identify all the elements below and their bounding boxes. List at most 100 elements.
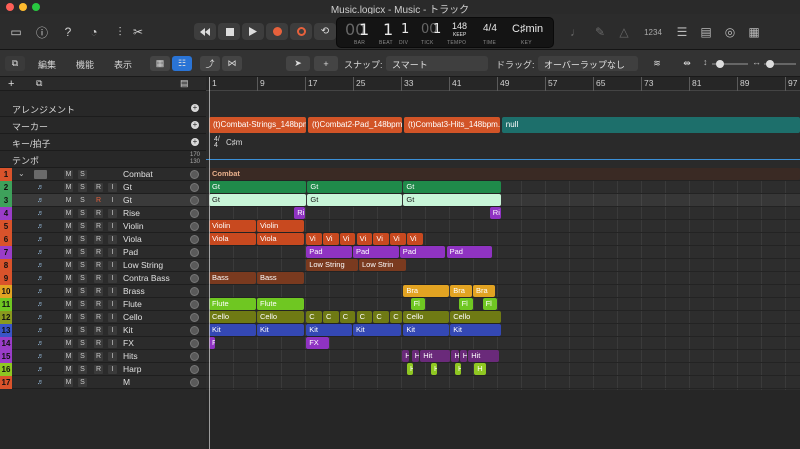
mute-button[interactable]: M (64, 378, 73, 387)
solo-button[interactable]: S (78, 352, 87, 361)
play-button[interactable] (242, 23, 264, 40)
metronome-icon[interactable]: △ (614, 22, 634, 42)
solo-button[interactable]: S (78, 287, 87, 296)
menu-functions[interactable]: 機能 (76, 58, 94, 71)
region-cello[interactable]: Cello (450, 311, 501, 323)
region-pad[interactable]: Pad (353, 246, 399, 258)
volume-knob[interactable] (190, 313, 199, 322)
region-bass[interactable]: Bass (209, 272, 256, 284)
solo-button[interactable]: S (78, 248, 87, 257)
tracks-area[interactable]: Combat Gt Gt Gt Gt Gt Gt Ri Ri Violin Violin Viola V… (206, 168, 800, 390)
automation-icon[interactable]: ⤴ (200, 56, 220, 71)
track-lane[interactable] (206, 376, 800, 389)
track-lane[interactable] (206, 259, 800, 272)
region-cello-short[interactable]: C (356, 311, 373, 323)
menu-edit[interactable]: 編集 (38, 58, 56, 71)
region-cello-short[interactable]: C (306, 311, 322, 323)
record-button[interactable]: R (94, 248, 103, 257)
input-button[interactable]: I (108, 300, 117, 309)
add-track-button[interactable]: + (8, 79, 28, 90)
track-header[interactable]: 3 ♬ M S R I Gt (0, 194, 206, 207)
volume-knob[interactable] (190, 326, 199, 335)
empty-tracks-area[interactable] (206, 390, 800, 449)
vertical-zoom-slider[interactable] (712, 60, 748, 68)
tempo-lane[interactable] (206, 152, 800, 168)
volume-knob[interactable] (190, 222, 199, 231)
record-button[interactable] (266, 23, 288, 40)
region-gt[interactable]: Gt (403, 194, 501, 206)
track-header[interactable]: 14 ♬ M S R I FX (0, 337, 206, 350)
record-button[interactable]: R (94, 300, 103, 309)
region-low-string[interactable]: Low String (306, 259, 358, 271)
notepad-icon[interactable]: ▤ (696, 22, 716, 42)
mute-button[interactable]: M (64, 183, 73, 192)
volume-knob[interactable] (190, 287, 199, 296)
track-lane[interactable] (206, 285, 800, 298)
track-header[interactable]: 10 ♬ M S R I Brass (0, 285, 206, 298)
volume-knob[interactable] (190, 196, 199, 205)
mute-button[interactable]: M (64, 352, 73, 361)
track-header[interactable]: 8 ♬ M S R I Low String (0, 259, 206, 272)
region-cello-short[interactable]: C (323, 311, 339, 323)
help-icon[interactable]: ? (58, 22, 78, 42)
record-button[interactable]: R (94, 326, 103, 335)
region-flute-short[interactable]: Fl (458, 298, 473, 310)
add-marker-button[interactable]: + (191, 121, 199, 129)
input-button[interactable]: I (108, 287, 117, 296)
input-button[interactable]: I (108, 274, 117, 283)
region-violin-short[interactable]: Vi (390, 233, 406, 245)
record-button[interactable]: R (94, 235, 103, 244)
input-button[interactable]: I (108, 313, 117, 322)
track-header[interactable]: 5 ♬ M S R I Violin (0, 220, 206, 233)
solo-button[interactable]: S (78, 326, 87, 335)
mute-button[interactable]: M (64, 261, 73, 270)
track-header[interactable]: 16 ♬ M S R I Harp (0, 363, 206, 376)
mixer-icon[interactable]: ⫶ (110, 22, 130, 42)
solo-button[interactable]: S (78, 378, 87, 387)
input-button[interactable]: I (108, 235, 117, 244)
mute-button[interactable]: M (64, 170, 73, 179)
region-rise[interactable]: Ri (294, 207, 305, 219)
input-button[interactable]: I (108, 209, 117, 218)
solo-button[interactable]: S (78, 300, 87, 309)
region-kit[interactable]: Kit (450, 324, 501, 336)
horizontal-zoom-slider[interactable] (764, 60, 796, 68)
record-button[interactable]: R (94, 209, 103, 218)
track-lane[interactable] (206, 337, 800, 350)
input-button[interactable]: I (108, 339, 117, 348)
volume-knob[interactable] (190, 365, 199, 374)
solo-button[interactable]: S (78, 170, 87, 179)
volume-knob[interactable] (190, 235, 199, 244)
solo-button[interactable]: S (78, 313, 87, 322)
mute-button[interactable]: M (64, 248, 73, 257)
region-folder[interactable]: Combat (209, 168, 800, 180)
volume-knob[interactable] (190, 339, 199, 348)
flex-icon[interactable]: ⋈ (222, 56, 242, 71)
region-cello[interactable]: Cello (257, 311, 304, 323)
region-violin-short[interactable]: Vi (373, 233, 389, 245)
region-flute[interactable]: Flute (209, 298, 256, 310)
library-icon[interactable]: ▭ (6, 22, 26, 42)
region-kit[interactable]: Kit (403, 324, 449, 336)
region-kit[interactable]: Kit (257, 324, 304, 336)
cycle-button[interactable]: ⟲ (314, 23, 336, 40)
input-button[interactable]: I (108, 326, 117, 335)
browser-icon[interactable]: ▦ (744, 22, 764, 42)
record-button[interactable]: R (94, 183, 103, 192)
input-button[interactable]: I (108, 183, 117, 192)
region-viola[interactable]: Viola (209, 233, 256, 245)
input-button[interactable]: I (108, 248, 117, 257)
track-lane[interactable] (206, 363, 800, 376)
input-button[interactable]: I (108, 196, 117, 205)
region-hit[interactable]: Hit (420, 350, 451, 362)
solo-button[interactable]: S (78, 183, 87, 192)
region-hit[interactable]: Hit (451, 350, 459, 362)
region-flute-short[interactable]: Fl (482, 298, 497, 310)
solo-icon[interactable]: ✎ (590, 22, 610, 42)
record-button[interactable]: R (94, 287, 103, 296)
solo-button[interactable]: S (78, 235, 87, 244)
list-editors-icon[interactable]: ☰ (672, 22, 692, 42)
solo-button[interactable]: S (78, 339, 87, 348)
region-h[interactable]: H (407, 363, 413, 375)
region-low-strin[interactable]: Low Strin (359, 259, 406, 271)
